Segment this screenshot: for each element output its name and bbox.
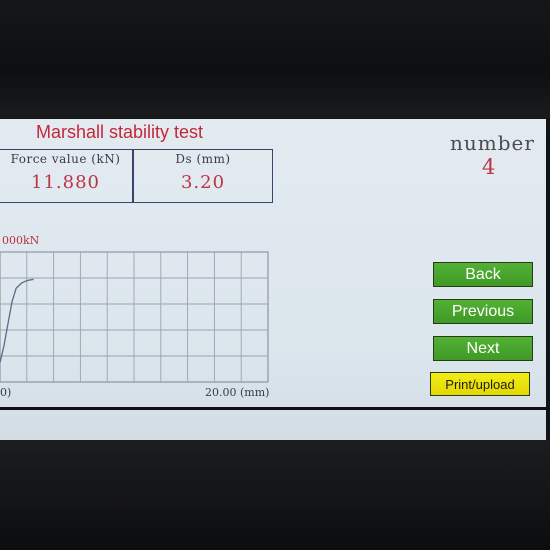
device-bezel-top: [0, 0, 550, 118]
force-value: 11.880: [31, 172, 100, 193]
print-upload-button[interactable]: Print/upload: [430, 372, 530, 396]
ds-label: Ds (mm): [175, 152, 231, 166]
chart-x-min-label: 0): [0, 386, 12, 399]
force-value-cell: Force value (kN) 11.880: [0, 150, 132, 202]
page-title: Marshall stability test: [36, 122, 204, 142]
device-bezel-bottom: [0, 440, 550, 550]
chart-x-max-label: 20.00 (mm): [205, 386, 270, 399]
number-value: 4: [482, 155, 496, 179]
force-displacement-chart: [0, 251, 269, 383]
chart-grid: [0, 251, 269, 383]
number-label: number: [450, 131, 535, 155]
ds-cell: Ds (mm) 3.20: [134, 150, 272, 202]
force-value-label: Force value (kN): [10, 152, 121, 166]
chart-series-layer: [0, 278, 34, 363]
touch-screen: Marshall stability test Force value (kN)…: [0, 119, 546, 440]
screen-bottom-strip: [0, 407, 550, 410]
chart-series-line: [0, 278, 34, 363]
chart-y-axis-label: 000kN: [2, 234, 40, 247]
back-button[interactable]: Back: [433, 262, 533, 287]
ds-value: 3.20: [180, 172, 226, 193]
next-button[interactable]: Next: [433, 336, 533, 361]
readout-table: Force value (kN) 11.880 Ds (mm) 3.20: [0, 149, 273, 203]
previous-button[interactable]: Previous: [433, 299, 533, 324]
